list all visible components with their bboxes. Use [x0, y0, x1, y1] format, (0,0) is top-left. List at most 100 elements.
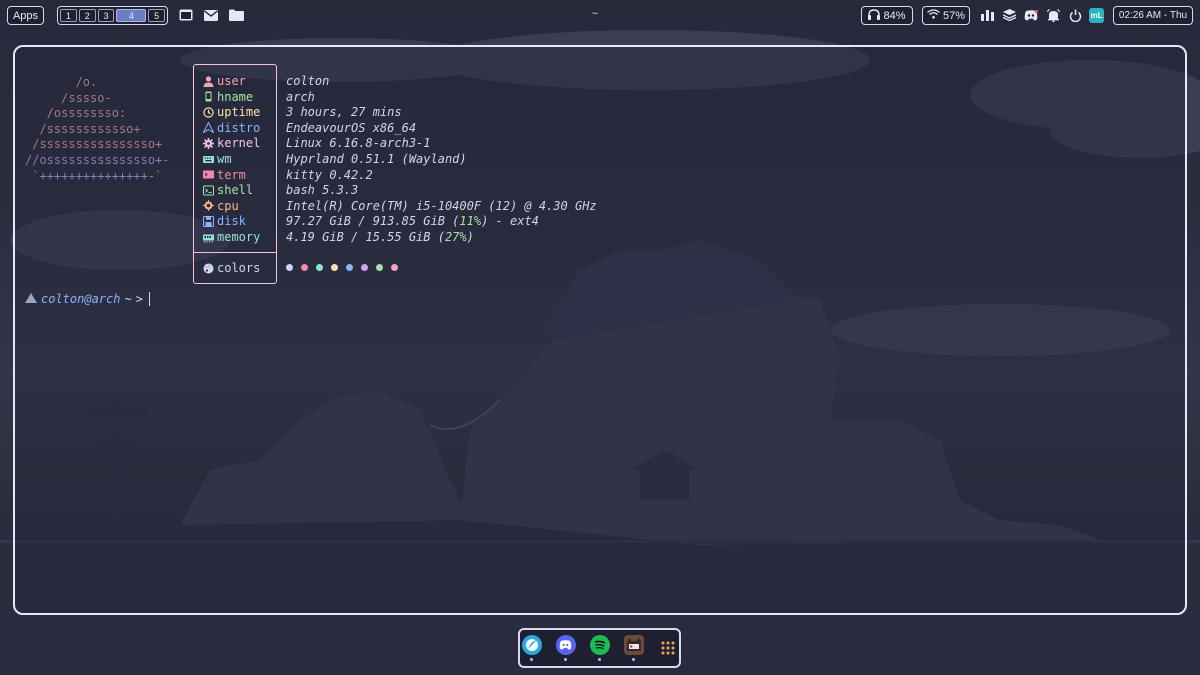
- window-icon[interactable]: [178, 8, 194, 22]
- wifi-icon: [927, 9, 940, 22]
- fetch-label-term: term: [203, 168, 246, 182]
- fetch-label-distro: distro: [203, 121, 260, 135]
- fetch-label-disk: disk: [203, 214, 246, 228]
- quick-launch: [178, 8, 244, 22]
- fetch-label-text: uptime: [217, 105, 261, 120]
- gear-icon: [203, 137, 214, 149]
- fetch-value-uptime: 3 hours, 27 mins: [286, 105, 402, 120]
- ml-badge[interactable]: mL: [1089, 7, 1104, 23]
- headphones-icon: [868, 8, 881, 23]
- chip-icon: [203, 200, 214, 212]
- discord-icon: [555, 635, 576, 655]
- terminal-window[interactable]: [13, 45, 1187, 615]
- colors-label-row: colors: [203, 261, 260, 275]
- fetch-value-disk: 97.27 GiB / 913.85 GiB (11%) - ext4: [286, 214, 539, 228]
- fetch-label-text: disk: [217, 214, 246, 229]
- running-indicator: [564, 658, 567, 661]
- workspace-3-button[interactable]: 3: [97, 9, 115, 22]
- running-indicator: [530, 658, 533, 661]
- headset-battery-indicator[interactable]: 84%: [861, 6, 913, 25]
- dock-app-grid[interactable]: [657, 633, 679, 663]
- kitty-icon: [623, 635, 644, 655]
- shell-icon: [203, 185, 214, 196]
- palette-dot: [391, 264, 398, 271]
- palette-dot: [376, 264, 383, 271]
- folder-icon[interactable]: [228, 8, 244, 22]
- fetch-value-kernel: Linux 6.16.8-arch3-1: [286, 136, 431, 151]
- palette-dot: [301, 264, 308, 271]
- workspace-5-button[interactable]: 5: [148, 9, 165, 22]
- prompt-user-host: colton@arch: [41, 292, 121, 306]
- running-indicator: [598, 658, 601, 661]
- power-icon[interactable]: [1067, 7, 1083, 23]
- system-tray: mL: [979, 7, 1104, 23]
- arch-icon: [203, 122, 214, 134]
- user-icon: [203, 75, 214, 87]
- clock-icon: [203, 106, 214, 118]
- fetch-label-wm: wm: [203, 152, 231, 166]
- active-window-title: ~: [591, 8, 599, 20]
- palette-dot: [361, 264, 368, 271]
- workspace-2-button[interactable]: 2: [78, 9, 96, 22]
- fetch-value-shell: bash 5.3.3: [286, 183, 359, 198]
- prompt-symbol: >: [135, 292, 143, 306]
- dock-kitty-terminal[interactable]: [623, 633, 645, 663]
- dock-browser[interactable]: [521, 633, 543, 663]
- palette-dot: [286, 264, 293, 271]
- fetch-label-cpu: cpu: [203, 199, 239, 213]
- notification-bell-icon[interactable]: [1045, 7, 1061, 23]
- clock[interactable]: 02:26 AM - Thu: [1113, 6, 1193, 25]
- fetch-label-uptime: uptime: [203, 105, 260, 119]
- top-bar: Apps 1 2 3 4 5 ~ 84% 57% mL 02:26 AM - T…: [0, 0, 1200, 30]
- dock-discord[interactable]: [555, 633, 577, 663]
- bar-chart-icon[interactable]: [979, 7, 995, 23]
- dock-spotify[interactable]: [589, 633, 611, 663]
- fetch-label-user: user: [203, 74, 246, 88]
- fetch-label-text: kernel: [217, 136, 261, 151]
- headset-battery-value: 84%: [883, 9, 906, 22]
- workspace-switcher: 1 2 3 4 5: [57, 6, 168, 25]
- apps-button[interactable]: Apps: [7, 6, 44, 25]
- fetch-value-part: 4.19 GiB / 15.55 GiB (: [286, 230, 445, 244]
- fetch-value-hname: arch: [286, 89, 315, 104]
- disk-icon: [203, 215, 214, 227]
- workspace-4-button[interactable]: 4: [116, 9, 147, 22]
- workspace-1-button[interactable]: 1: [60, 9, 77, 22]
- fetch-value-part: 97.27 GiB / 913.85 GiB (: [286, 214, 460, 229]
- fetch-value-term: kitty 0.42.2: [286, 167, 373, 182]
- palette-dot: [316, 264, 323, 271]
- shell-prompt[interactable]: colton@arch ~ >: [25, 292, 150, 306]
- palette-dot: [331, 264, 338, 271]
- fetch-label-text: term: [217, 167, 246, 182]
- usage-percent: 11%: [459, 214, 482, 229]
- usage-percent: 27%: [444, 230, 467, 244]
- fetch-label-kernel: kernel: [203, 136, 260, 150]
- colors-label: colors: [217, 261, 261, 275]
- fetch-value-cpu: Intel(R) Core(TM) i5-10400F (12) @ 4.30 …: [286, 198, 597, 213]
- fetch-divider: [194, 252, 276, 253]
- fetch-label-text: shell: [217, 183, 254, 198]
- dock: [518, 628, 681, 668]
- prompt-path: ~: [124, 292, 132, 306]
- fetch-label-text: user: [217, 74, 246, 88]
- discord-tray-icon[interactable]: [1023, 7, 1039, 23]
- fetch-label-text: memory: [217, 230, 261, 244]
- fetch-label-hname: hname: [203, 90, 253, 104]
- fetch-label-text: cpu: [217, 198, 239, 213]
- mail-icon[interactable]: [203, 8, 219, 22]
- fetch-label-memory: memory: [203, 230, 260, 244]
- color-palette: [286, 264, 398, 271]
- fetch-label-text: distro: [217, 120, 261, 135]
- app-grid-icon: [658, 638, 678, 658]
- prompt-arch-icon: [25, 292, 37, 306]
- spotify-icon: [589, 635, 610, 655]
- fetch-value-memory: 4.19 GiB / 15.55 GiB (27%): [286, 230, 474, 244]
- layers-icon[interactable]: [1001, 7, 1017, 23]
- palette-icon: [203, 263, 214, 274]
- fetch-value-user: colton: [286, 74, 330, 88]
- palette-dot: [346, 264, 353, 271]
- running-indicator: [632, 658, 635, 661]
- fetch-value-part: ) - ext4: [481, 214, 539, 229]
- wifi-indicator[interactable]: 57%: [922, 6, 970, 25]
- text-cursor: [148, 292, 150, 306]
